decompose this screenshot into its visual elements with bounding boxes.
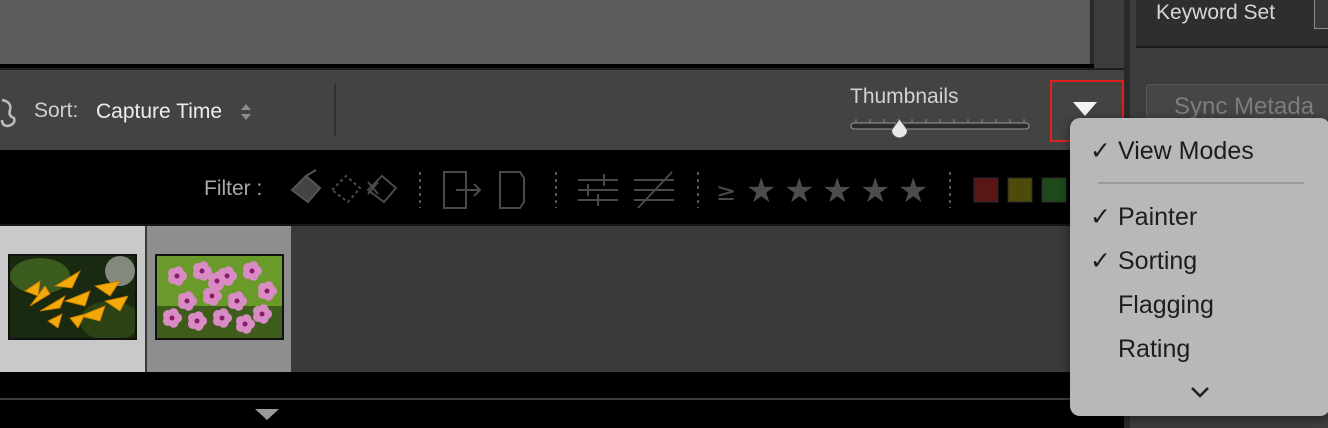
- menu-item-view-modes[interactable]: View Modes: [1118, 136, 1254, 166]
- flower-center: [169, 315, 175, 321]
- sort-label: Sort:: [34, 99, 79, 122]
- triangle-down-icon[interactable]: [1073, 102, 1097, 116]
- color-label-filter-swatch[interactable]: [1007, 177, 1033, 203]
- thumbnail-size-slider[interactable]: [850, 112, 1032, 140]
- flower-center: [174, 273, 180, 279]
- pink-flowers-thumbnail[interactable]: [155, 254, 284, 340]
- keyword-set-label: Keyword Set: [1156, 1, 1276, 24]
- flower-center: [259, 311, 265, 317]
- menu-separator: [1098, 182, 1304, 184]
- checkmark-icon: ✓: [1090, 247, 1111, 275]
- menu-item-painter[interactable]: Painter: [1118, 202, 1197, 232]
- rejected-filter-icon[interactable]: [366, 174, 398, 204]
- slider-knob[interactable]: [891, 118, 909, 139]
- rating-star-icon[interactable]: ★: [860, 171, 890, 211]
- sort-stepper-icon[interactable]: [240, 102, 252, 122]
- thumbnails-label: Thumbnails: [850, 85, 959, 108]
- painter-spray-can-icon[interactable]: [0, 96, 18, 128]
- rating-operator[interactable]: ≥: [716, 178, 736, 206]
- no-adjustments-filter-icon[interactable]: [634, 171, 674, 209]
- flower-center: [242, 321, 248, 327]
- menu-item-rating[interactable]: Rating: [1118, 334, 1190, 364]
- rating-star-icon[interactable]: ★: [746, 171, 776, 211]
- keyword-set-select[interactable]: [1314, 0, 1328, 29]
- rating-star-icon[interactable]: ★: [822, 171, 852, 211]
- color-label-filter-swatch[interactable]: [1041, 177, 1067, 203]
- flower-center: [194, 318, 200, 324]
- flagged-filter-icon[interactable]: [290, 169, 322, 204]
- flower-center: [234, 298, 240, 304]
- flower-center: [249, 268, 255, 274]
- yellow-flowers-thumbnail[interactable]: [8, 254, 137, 340]
- toolbar-divider: [334, 84, 336, 136]
- flower-center: [209, 293, 215, 299]
- edited-filter-icon[interactable]: [443, 171, 482, 209]
- rating-star-icon[interactable]: ★: [898, 171, 928, 211]
- flower-center: [184, 298, 190, 304]
- bottom-divider: [0, 398, 1124, 400]
- checkmark-icon: ✓: [1090, 137, 1111, 165]
- flower-center: [199, 268, 205, 274]
- color-label-filter-swatch[interactable]: [973, 177, 999, 203]
- flower-center: [219, 315, 225, 321]
- filter-label: Filter :: [204, 177, 263, 200]
- rating-star-icon[interactable]: ★: [784, 171, 814, 211]
- flower-center: [214, 278, 220, 284]
- filmstrip-toggle-icon[interactable]: [255, 409, 279, 420]
- flower-center: [264, 288, 270, 294]
- chevron-down-icon[interactable]: [1188, 382, 1212, 402]
- sort-order-select[interactable]: Capture Time: [96, 99, 222, 125]
- unedited-filter-icon[interactable]: [499, 171, 525, 209]
- filter-controls: ≥ ★ ★ ★ ★ ★: [290, 169, 1067, 211]
- menu-item-flagging[interactable]: Flagging: [1118, 290, 1214, 320]
- checkmark-icon: ✓: [1090, 203, 1111, 231]
- unflagged-filter-icon[interactable]: [330, 174, 362, 204]
- bottom-bar: [0, 372, 1124, 428]
- grid-view-area: [0, 0, 1090, 64]
- adjustments-filter-icon[interactable]: [578, 174, 618, 206]
- menu-item-sorting[interactable]: Sorting: [1118, 246, 1197, 276]
